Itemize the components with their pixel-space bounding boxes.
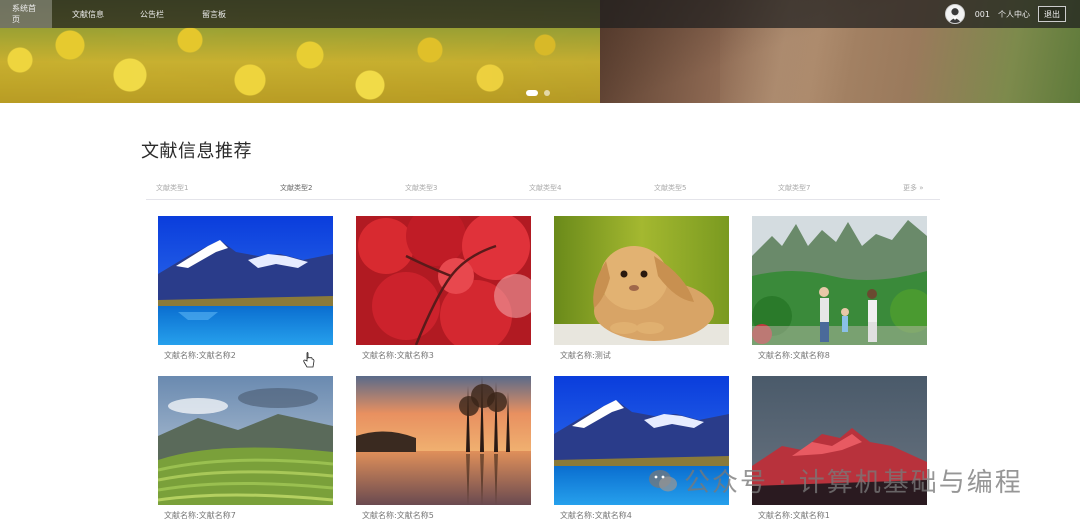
card-caption: 文献名称:文献名称1 — [758, 511, 830, 520]
mouse-cursor-icon — [303, 352, 315, 372]
literature-card[interactable]: 文献名称:文献名称3 — [356, 216, 531, 361]
tab-category-1[interactable]: 文献类型1 — [156, 183, 188, 193]
tab-category-3[interactable]: 文献类型3 — [405, 183, 437, 193]
carousel-dot-1[interactable] — [526, 90, 538, 96]
card-caption: 文献名称:测试 — [560, 351, 611, 360]
section-title: 文献信息推荐 — [141, 141, 252, 162]
card-image-sunset-lake — [356, 376, 531, 505]
card-image-mountain-lake — [158, 216, 333, 345]
watermark: 公众号 · 计算机基础与编程 — [648, 462, 1023, 499]
wechat-icon — [649, 469, 677, 491]
tab-category-2[interactable]: 文献类型2 — [280, 183, 312, 193]
card-caption: 文献名称:文献名称5 — [362, 511, 434, 520]
logout-button[interactable]: 退出 — [1038, 6, 1066, 22]
card-image-family-mountains — [752, 216, 927, 345]
category-tabs: 文献类型1 文献类型2 文献类型3 文献类型4 文献类型5 文献类型7 更多 » — [146, 178, 940, 200]
card-image-terraced-hills — [158, 376, 333, 505]
tab-category-7[interactable]: 文献类型7 — [778, 183, 810, 193]
tab-category-5[interactable]: 文献类型5 — [654, 183, 686, 193]
card-image-red-maple — [356, 216, 531, 345]
nav-item-literature[interactable]: 文献信息 — [60, 0, 116, 28]
top-navbar: 系统首页 文献信息 公告栏 留言板 001 个人中心 退出 — [0, 0, 1080, 28]
literature-card[interactable]: 文献名称:文献名称8 — [752, 216, 927, 361]
carousel-dot-2[interactable] — [544, 90, 550, 96]
nav-item-message-board[interactable]: 留言板 — [190, 0, 238, 28]
literature-card[interactable]: 文献名称:测试 — [554, 216, 729, 361]
card-caption: 文献名称:文献名称4 — [560, 511, 632, 520]
user-name: 001 — [974, 9, 990, 19]
card-caption: 文献名称:文献名称8 — [758, 351, 830, 360]
tab-category-4[interactable]: 文献类型4 — [529, 183, 561, 193]
user-center-link[interactable]: 个人中心 — [998, 9, 1030, 20]
nav-item-announcements[interactable]: 公告栏 — [128, 0, 176, 28]
user-avatar-icon — [945, 5, 964, 23]
literature-card[interactable]: 文献名称:文献名称5 — [356, 376, 531, 520]
card-caption: 文献名称:文献名称7 — [164, 511, 236, 520]
carousel-dots — [526, 90, 550, 96]
more-link[interactable]: 更多 » — [903, 183, 924, 193]
avatar[interactable] — [944, 4, 965, 24]
nav-item-home[interactable]: 系统首页 — [0, 0, 52, 28]
card-caption: 文献名称:文献名称3 — [362, 351, 434, 360]
card-image-rabbit — [554, 216, 729, 345]
literature-card[interactable]: 文献名称:文献名称2 — [158, 216, 333, 361]
watermark-text: 公众号 · 计算机基础与编程 — [684, 468, 1023, 498]
user-area: 001 个人中心 退出 — [944, 0, 1066, 28]
literature-card[interactable]: 文献名称:文献名称7 — [158, 376, 333, 520]
